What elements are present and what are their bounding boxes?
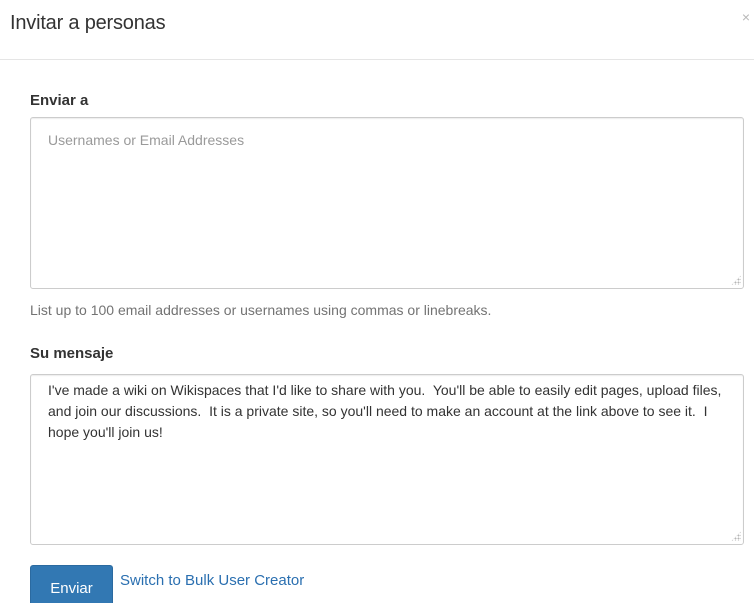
message-label: Su mensaje [30,345,114,362]
invite-dialog: Invitar a personas × Enviar a List up to… [0,0,754,603]
recipients-help-text: List up to 100 email addresses or userna… [30,302,492,318]
dialog-title: Invitar a personas [10,12,166,34]
bulk-user-creator-link[interactable]: Switch to Bulk User Creator [120,572,304,589]
recipients-input[interactable] [30,117,744,289]
dialog-header: Invitar a personas × [0,0,754,60]
send-button[interactable]: Enviar [30,565,113,603]
close-icon[interactable]: × [742,10,750,24]
message-input[interactable]: I've made a wiki on Wikispaces that I'd … [30,374,744,545]
send-to-label: Enviar a [30,92,89,109]
